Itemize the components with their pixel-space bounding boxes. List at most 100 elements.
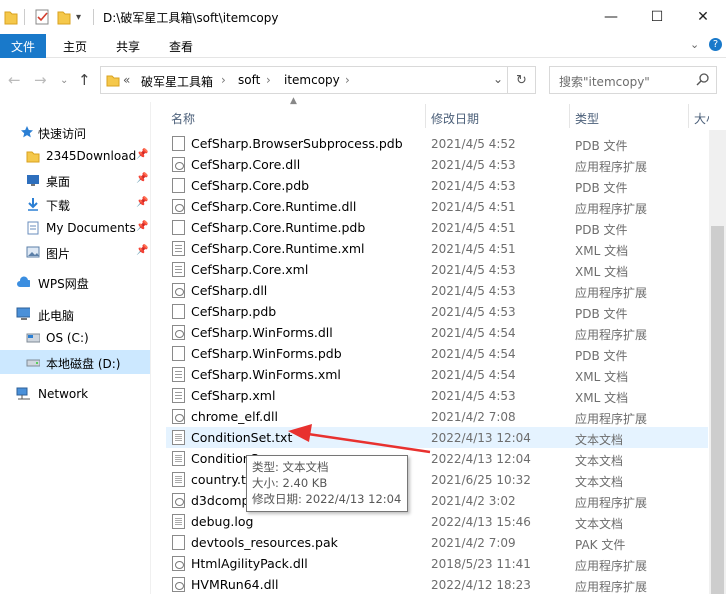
file-row[interactable]: devtools_resources.pak 2021/4/2 7:09 PAK 文… bbox=[166, 532, 708, 553]
file-icon bbox=[172, 535, 185, 550]
file-icon bbox=[172, 304, 185, 319]
sidebar-item-my-documents[interactable]: My Documents 📌 bbox=[0, 216, 150, 240]
file-row[interactable]: CefSharp.Core.dll 2021/4/5 4:53 应用程序扩展 bbox=[166, 154, 708, 175]
file-date: 2021/6/25 10:32 bbox=[431, 473, 531, 487]
file-row[interactable]: CefSharp.dll 2021/4/5 4:53 应用程序扩展 bbox=[166, 280, 708, 301]
file-row[interactable]: CefSharp.Core.Runtime.dll 2021/4/5 4:51 应用… bbox=[166, 196, 708, 217]
sidebar-item-wps-cloud[interactable]: WPS网盘 bbox=[0, 270, 150, 294]
file-row[interactable]: CefSharp.BrowserSubprocess.pdb 2021/4/5 4… bbox=[166, 133, 708, 154]
column-header-size[interactable]: 大小 bbox=[694, 110, 709, 127]
file-type: XML 文档 bbox=[575, 391, 629, 405]
sidebar-item-pictures[interactable]: 图片 📌 bbox=[0, 240, 150, 264]
file-row[interactable]: CefSharp.xml 2021/4/5 4:53 XML 文档 bbox=[166, 385, 708, 406]
file-row[interactable]: CefSharp.Core.pdb 2021/4/5 4:53 PDB 文件 bbox=[166, 175, 708, 196]
tab-share[interactable]: 共享 bbox=[116, 34, 140, 58]
scrollbar-thumb[interactable] bbox=[711, 226, 724, 594]
file-row[interactable]: CefSharp.Core.Runtime.pdb 2021/4/5 4:51 PD… bbox=[166, 217, 708, 238]
file-date: 2021/4/5 4:54 bbox=[431, 347, 516, 361]
dll-icon bbox=[172, 577, 185, 592]
up-arrow-icon[interactable]: ↑ bbox=[78, 71, 91, 89]
new-folder-icon[interactable] bbox=[57, 8, 71, 26]
file-name: CefSharp.dll bbox=[191, 283, 268, 298]
breadcrumb-separator[interactable]: › bbox=[221, 73, 226, 87]
file-row[interactable]: CefSharp.pdb 2021/4/5 4:53 PDB 文件 bbox=[166, 301, 708, 322]
file-row[interactable]: chrome_elf.dll 2021/4/2 7:08 应用程序扩展 bbox=[166, 406, 708, 427]
minimize-button[interactable]: — bbox=[588, 0, 634, 34]
breadcrumb-item[interactable]: 破军星工具箱 bbox=[141, 73, 213, 90]
column-header-date[interactable]: 修改日期 bbox=[431, 110, 479, 127]
file-date: 2021/4/5 4:54 bbox=[431, 368, 516, 382]
address-bar[interactable]: « 破军星工具箱 › soft › itemcopy › ⌄ bbox=[100, 66, 508, 94]
txt-icon bbox=[172, 472, 185, 487]
pane-divider[interactable] bbox=[150, 102, 151, 594]
breadcrumb-separator[interactable]: › bbox=[266, 73, 271, 87]
sidebar-item-desktop[interactable]: 桌面 📌 bbox=[0, 168, 150, 192]
file-row[interactable]: ConditionSet.txt 2022/4/13 12:04 文本文档 bbox=[166, 427, 708, 448]
refresh-button[interactable]: ↻ bbox=[508, 66, 536, 94]
file-name: CefSharp.WinForms.xml bbox=[191, 367, 341, 382]
file-icon bbox=[172, 220, 185, 235]
search-icon[interactable] bbox=[696, 72, 710, 86]
column-header-name[interactable]: 名称 bbox=[171, 110, 195, 127]
customize-toolbar-icon[interactable]: ▾ bbox=[76, 8, 81, 26]
chevron-down-icon[interactable]: ⌄ bbox=[690, 38, 699, 51]
file-row[interactable]: CefSharp.WinForms.pdb 2021/4/5 4:54 PDB 文件 bbox=[166, 343, 708, 364]
vertical-scrollbar[interactable] bbox=[709, 130, 726, 594]
column-divider[interactable] bbox=[569, 104, 570, 128]
file-name: CefSharp.xml bbox=[191, 388, 276, 403]
file-name: CefSharp.Core.Runtime.xml bbox=[191, 241, 365, 256]
sidebar-item-label: OS (C:) bbox=[46, 331, 89, 345]
sidebar-item-quick-access[interactable]: 快速访问 bbox=[0, 120, 150, 144]
file-row[interactable]: HtmlAgilityPack.dll 2018/5/23 11:41 应用程序扩展 bbox=[166, 553, 708, 574]
breadcrumb-item[interactable]: soft bbox=[238, 73, 260, 87]
sidebar-item-label: 桌面 bbox=[46, 175, 71, 189]
file-name: CefSharp.BrowserSubprocess.pdb bbox=[191, 136, 403, 151]
close-button[interactable]: ✕ bbox=[680, 0, 726, 34]
tooltip-size: 大小: 2.40 KB bbox=[252, 476, 328, 490]
tab-view[interactable]: 查看 bbox=[169, 34, 193, 58]
chevron-down-icon[interactable]: ⌄ bbox=[493, 72, 503, 86]
file-type: 应用程序扩展 bbox=[575, 160, 648, 174]
file-date: 2021/4/5 4:53 bbox=[431, 305, 516, 319]
file-name: CefSharp.Core.Runtime.dll bbox=[191, 199, 357, 214]
file-name: debug.log bbox=[191, 514, 254, 529]
tooltip-date: 修改日期: 2022/4/13 12:04 bbox=[252, 492, 402, 506]
file-name: CefSharp.Core.pdb bbox=[191, 178, 310, 193]
maximize-button[interactable]: ☐ bbox=[634, 0, 680, 34]
file-type: PDB 文件 bbox=[575, 181, 628, 195]
file-row[interactable]: CefSharp.Core.Runtime.xml 2021/4/5 4:51 XM… bbox=[166, 238, 708, 259]
sidebar-item-2345download[interactable]: 2345Download 📌 bbox=[0, 144, 150, 168]
sidebar-item-label: My Documents bbox=[46, 221, 136, 235]
column-divider[interactable] bbox=[425, 104, 426, 128]
search-input[interactable]: 搜索"itemcopy" bbox=[549, 66, 717, 94]
back-arrow-icon[interactable]: ← bbox=[8, 71, 21, 89]
file-date: 2021/4/5 4:53 bbox=[431, 179, 516, 193]
pin-icon: 📌 bbox=[136, 245, 149, 256]
properties-icon[interactable] bbox=[34, 8, 50, 26]
file-row[interactable]: CefSharp.WinForms.dll 2021/4/5 4:54 应用程序扩展 bbox=[166, 322, 708, 343]
sidebar-item-drive-d[interactable]: 本地磁盘 (D:) bbox=[0, 350, 150, 374]
breadcrumb-separator[interactable]: › bbox=[345, 73, 350, 87]
sidebar-item-network[interactable]: Network bbox=[0, 382, 150, 406]
file-row[interactable]: CefSharp.Core.xml 2021/4/5 4:53 XML 文档 bbox=[166, 259, 708, 280]
forward-arrow-icon[interactable]: → bbox=[34, 71, 47, 89]
file-type: PDB 文件 bbox=[575, 307, 628, 321]
tab-home[interactable]: 主页 bbox=[63, 34, 87, 58]
file-row[interactable]: HVMRun64.dll 2022/4/12 18:23 应用程序扩展 bbox=[166, 574, 708, 595]
breadcrumb-item[interactable]: itemcopy bbox=[284, 73, 340, 87]
column-header-type[interactable]: 类型 bbox=[575, 110, 599, 127]
file-row[interactable]: debug.log 2022/4/13 15:46 文本文档 bbox=[166, 511, 708, 532]
sidebar-item-this-pc[interactable]: 此电脑 bbox=[0, 302, 150, 326]
sidebar-item-drive-c[interactable]: OS (C:) bbox=[0, 326, 150, 350]
dll-icon bbox=[172, 493, 185, 508]
recent-locations-icon[interactable]: ⌄ bbox=[60, 75, 68, 86]
file-type: 应用程序扩展 bbox=[575, 412, 648, 426]
file-row[interactable]: CefSharp.WinForms.xml 2021/4/5 4:54 XML 文档 bbox=[166, 364, 708, 385]
breadcrumb-overflow[interactable]: « bbox=[123, 73, 130, 87]
tab-file[interactable]: 文件 bbox=[0, 34, 46, 58]
sidebar-item-downloads[interactable]: 下载 📌 bbox=[0, 192, 150, 216]
file-type: 应用程序扩展 bbox=[575, 559, 648, 573]
help-icon[interactable]: ? bbox=[709, 38, 722, 51]
file-name: d3dcomp bbox=[191, 493, 250, 508]
column-divider[interactable] bbox=[688, 104, 689, 128]
